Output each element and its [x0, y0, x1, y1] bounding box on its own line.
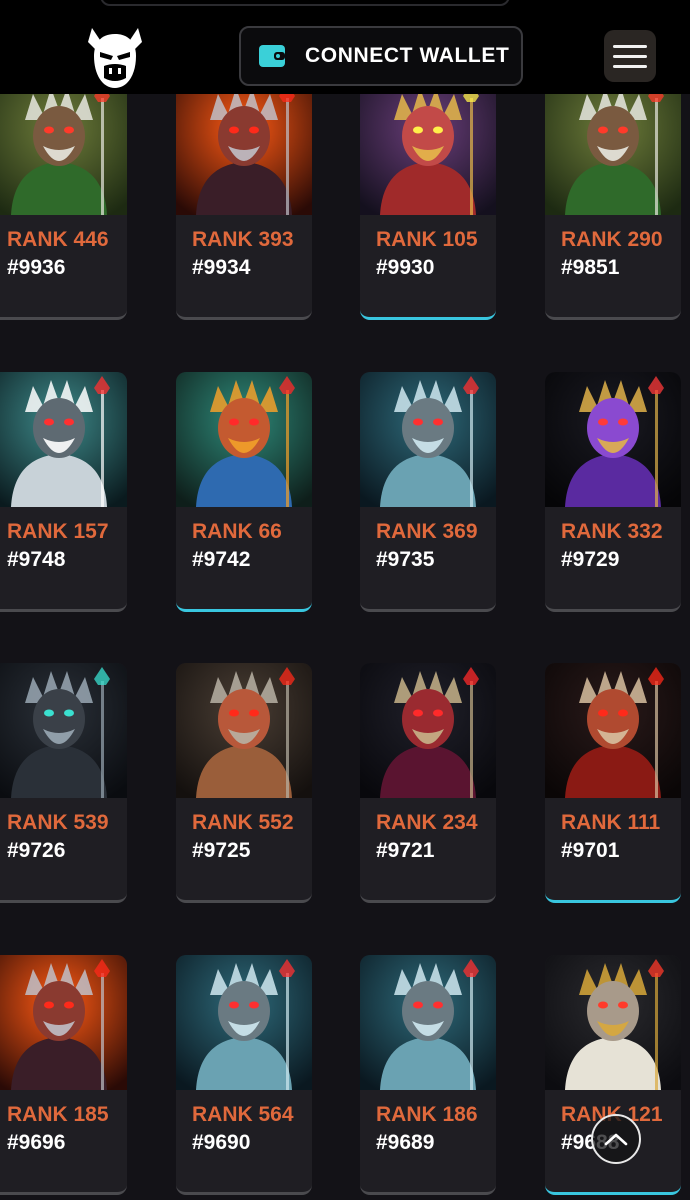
nft-artwork-image[interactable]: [176, 663, 312, 798]
nft-artwork-image[interactable]: [0, 372, 127, 507]
nft-token-id: #9726: [7, 839, 66, 862]
nft-rank-label: RANK 186: [376, 1103, 478, 1126]
nft-rank-label: RANK 369: [376, 520, 478, 543]
nft-rank-label: RANK 332: [561, 520, 663, 543]
nft-artwork-image[interactable]: [545, 663, 681, 798]
nft-artwork-image[interactable]: [360, 372, 496, 507]
nft-card[interactable]: RANK 332 #9729: [545, 372, 681, 612]
nft-card-grid: RANK 446 #9936 RANK 393 #9934 RANK 105 #…: [0, 0, 690, 1200]
nft-artwork-image[interactable]: [545, 80, 681, 215]
nft-rank-label: RANK 539: [7, 811, 109, 834]
nft-artwork-image[interactable]: [0, 80, 127, 215]
nft-card[interactable]: RANK 393 #9934: [176, 80, 312, 320]
connect-wallet-label: CONNECT WALLET: [305, 44, 510, 67]
top-navbar: CONNECT WALLET: [0, 0, 690, 94]
nft-card[interactable]: RANK 369 #9735: [360, 372, 496, 612]
nft-artwork-image[interactable]: [176, 955, 312, 1090]
nft-token-id: #9742: [192, 548, 251, 571]
nft-token-id: #9690: [192, 1131, 251, 1154]
gorilla-skull-logo-icon[interactable]: [86, 26, 144, 90]
nft-card[interactable]: RANK 105 #9930: [360, 80, 496, 320]
nft-rank-label: RANK 157: [7, 520, 109, 543]
nft-artwork-image[interactable]: [176, 80, 312, 215]
chevron-up-icon: [604, 1133, 628, 1146]
nft-card[interactable]: RANK 66 #9742: [176, 372, 312, 612]
nft-token-id: #9735: [376, 548, 435, 571]
nft-rank-label: RANK 234: [376, 811, 478, 834]
nft-rank-label: RANK 111: [561, 811, 661, 834]
nft-artwork-image[interactable]: [0, 663, 127, 798]
hamburger-menu-icon: [613, 44, 647, 48]
nft-artwork-image[interactable]: [545, 955, 681, 1090]
nft-rank-label: RANK 564: [192, 1103, 294, 1126]
nft-token-id: #9725: [192, 839, 251, 862]
nft-rank-label: RANK 185: [7, 1103, 109, 1126]
nft-token-id: #9689: [376, 1131, 435, 1154]
connect-wallet-button[interactable]: CONNECT WALLET: [239, 26, 523, 86]
nft-card[interactable]: RANK 186 #9689: [360, 955, 496, 1195]
nft-rank-label: RANK 446: [7, 228, 109, 251]
nft-artwork-image[interactable]: [360, 80, 496, 215]
nft-card[interactable]: RANK 552 #9725: [176, 663, 312, 903]
scroll-to-top-button[interactable]: [591, 1114, 641, 1164]
nft-gallery-page: RANK 446 #9936 RANK 393 #9934 RANK 105 #…: [0, 0, 690, 1200]
nft-card[interactable]: RANK 234 #9721: [360, 663, 496, 903]
nft-artwork-image[interactable]: [0, 955, 127, 1090]
nft-rank-label: RANK 552: [192, 811, 294, 834]
nft-card[interactable]: RANK 539 #9726: [0, 663, 127, 903]
nft-card[interactable]: RANK 157 #9748: [0, 372, 127, 612]
nft-token-id: #9936: [7, 256, 66, 279]
nft-card[interactable]: RANK 290 #9851: [545, 80, 681, 320]
nft-artwork-image[interactable]: [360, 955, 496, 1090]
wallet-icon: [259, 45, 285, 67]
nft-card[interactable]: RANK 185 #9696: [0, 955, 127, 1195]
nft-card[interactable]: RANK 111 #9701: [545, 663, 681, 903]
nft-token-id: #9701: [561, 839, 620, 862]
nft-token-id: #9930: [376, 256, 435, 279]
nft-rank-label: RANK 290: [561, 228, 663, 251]
hamburger-menu-button[interactable]: [604, 30, 656, 82]
nft-card[interactable]: RANK 564 #9690: [176, 955, 312, 1195]
nft-card[interactable]: RANK 446 #9936: [0, 80, 127, 320]
nft-token-id: #9729: [561, 548, 620, 571]
nft-artwork-image[interactable]: [360, 663, 496, 798]
url-bar-edge: [100, 0, 510, 6]
nft-token-id: #9721: [376, 839, 435, 862]
nft-rank-label: RANK 66: [192, 520, 282, 543]
nft-artwork-image[interactable]: [545, 372, 681, 507]
nft-artwork-image[interactable]: [176, 372, 312, 507]
nft-rank-label: RANK 105: [376, 228, 478, 251]
nft-token-id: #9696: [7, 1131, 66, 1154]
nft-token-id: #9851: [561, 256, 620, 279]
nft-token-id: #9934: [192, 256, 251, 279]
nft-token-id: #9748: [7, 548, 66, 571]
nft-rank-label: RANK 393: [192, 228, 294, 251]
